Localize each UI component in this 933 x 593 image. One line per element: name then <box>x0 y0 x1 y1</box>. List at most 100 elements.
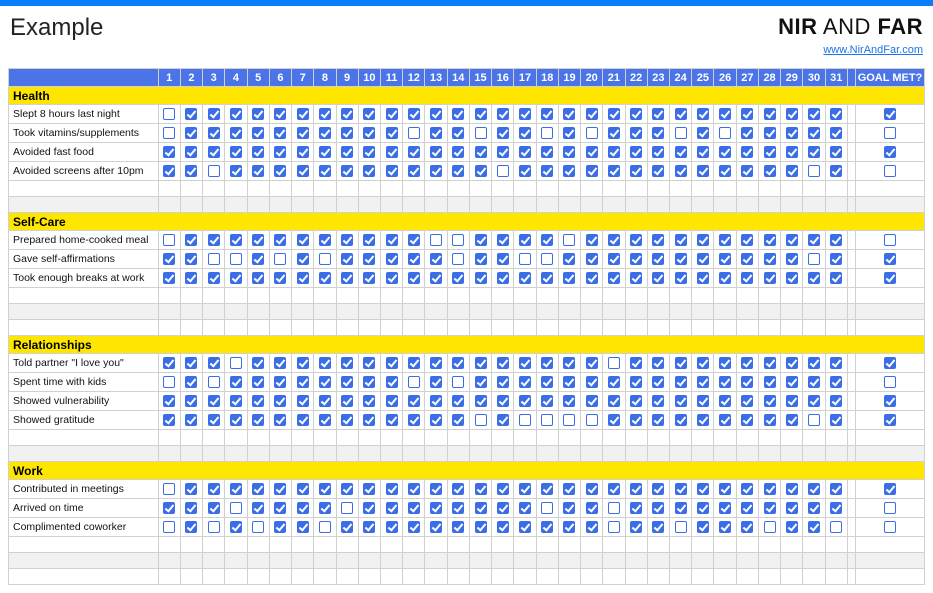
checkbox-checked-icon[interactable] <box>608 234 620 246</box>
checkbox-checked-icon[interactable] <box>675 376 687 388</box>
day-cell[interactable] <box>736 250 758 269</box>
checkbox-checked-icon[interactable] <box>786 272 798 284</box>
checkbox-checked-icon[interactable] <box>563 521 575 533</box>
checkbox-checked-icon[interactable] <box>808 521 820 533</box>
day-cell[interactable] <box>714 143 736 162</box>
checkbox-checked-icon[interactable] <box>230 272 242 284</box>
day-cell[interactable] <box>492 499 514 518</box>
day-cell[interactable] <box>514 231 536 250</box>
day-cell[interactable] <box>203 143 225 162</box>
day-cell[interactable] <box>158 518 180 537</box>
day-cell[interactable] <box>781 105 803 124</box>
checkbox-unchecked-icon[interactable] <box>719 127 731 139</box>
checkbox-checked-icon[interactable] <box>252 234 264 246</box>
day-cell[interactable] <box>492 143 514 162</box>
checkbox-unchecked-icon[interactable] <box>319 521 331 533</box>
checkbox-checked-icon[interactable] <box>274 357 286 369</box>
checkbox-checked-icon[interactable] <box>630 253 642 265</box>
checkbox-checked-icon[interactable] <box>185 127 197 139</box>
checkbox-unchecked-icon[interactable] <box>675 127 687 139</box>
checkbox-checked-icon[interactable] <box>430 108 442 120</box>
day-cell[interactable] <box>692 162 714 181</box>
checkbox-checked-icon[interactable] <box>252 165 264 177</box>
checkbox-checked-icon[interactable] <box>719 483 731 495</box>
checkbox-checked-icon[interactable] <box>319 414 331 426</box>
checkbox-checked-icon[interactable] <box>652 108 664 120</box>
checkbox-unchecked-icon[interactable] <box>586 414 598 426</box>
day-cell[interactable] <box>358 162 380 181</box>
day-cell[interactable] <box>603 373 625 392</box>
day-cell[interactable] <box>469 105 491 124</box>
checkbox-checked-icon[interactable] <box>185 376 197 388</box>
day-cell[interactable] <box>647 250 669 269</box>
day-cell[interactable] <box>625 162 647 181</box>
day-cell[interactable] <box>447 392 469 411</box>
checkbox-checked-icon[interactable] <box>297 165 309 177</box>
day-cell[interactable] <box>736 354 758 373</box>
checkbox-checked-icon[interactable] <box>652 414 664 426</box>
checkbox-checked-icon[interactable] <box>830 108 842 120</box>
day-cell[interactable] <box>647 354 669 373</box>
day-cell[interactable] <box>292 480 314 499</box>
day-cell[interactable] <box>425 518 447 537</box>
checkbox-checked-icon[interactable] <box>830 376 842 388</box>
day-cell[interactable] <box>358 411 380 430</box>
day-cell[interactable] <box>714 105 736 124</box>
checkbox-checked-icon[interactable] <box>697 165 709 177</box>
checkbox-checked-icon[interactable] <box>163 357 175 369</box>
checkbox-checked-icon[interactable] <box>541 165 553 177</box>
day-cell[interactable] <box>581 411 603 430</box>
checkbox-checked-icon[interactable] <box>586 521 598 533</box>
checkbox-checked-icon[interactable] <box>274 146 286 158</box>
checkbox-checked-icon[interactable] <box>497 414 509 426</box>
checkbox-checked-icon[interactable] <box>163 502 175 514</box>
day-cell[interactable] <box>203 250 225 269</box>
day-cell[interactable] <box>825 143 847 162</box>
checkbox-checked-icon[interactable] <box>630 357 642 369</box>
day-cell[interactable] <box>514 392 536 411</box>
day-cell[interactable] <box>314 499 336 518</box>
checkbox-checked-icon[interactable] <box>830 357 842 369</box>
day-cell[interactable] <box>758 105 780 124</box>
day-cell[interactable] <box>380 480 402 499</box>
day-cell[interactable] <box>225 162 247 181</box>
day-cell[interactable] <box>247 499 269 518</box>
goal-cell[interactable] <box>855 392 924 411</box>
checkbox-checked-icon[interactable] <box>274 395 286 407</box>
checkbox-checked-icon[interactable] <box>230 414 242 426</box>
day-cell[interactable] <box>625 250 647 269</box>
checkbox-checked-icon[interactable] <box>764 376 776 388</box>
day-cell[interactable] <box>158 480 180 499</box>
checkbox-checked-icon[interactable] <box>608 483 620 495</box>
checkbox-checked-icon[interactable] <box>274 521 286 533</box>
day-cell[interactable] <box>247 143 269 162</box>
checkbox-checked-icon[interactable] <box>163 414 175 426</box>
day-cell[interactable] <box>736 411 758 430</box>
day-cell[interactable] <box>670 124 692 143</box>
day-cell[interactable] <box>603 411 625 430</box>
checkbox-checked-icon[interactable] <box>208 483 220 495</box>
checkbox-checked-icon[interactable] <box>608 127 620 139</box>
checkbox-checked-icon[interactable] <box>230 234 242 246</box>
checkbox-unchecked-icon[interactable] <box>163 483 175 495</box>
day-cell[interactable] <box>670 480 692 499</box>
day-cell[interactable] <box>825 392 847 411</box>
goal-cell[interactable] <box>855 105 924 124</box>
goal-cell[interactable] <box>855 143 924 162</box>
goal-cell[interactable] <box>855 124 924 143</box>
day-cell[interactable] <box>514 518 536 537</box>
checkbox-checked-icon[interactable] <box>563 146 575 158</box>
checkbox-checked-icon[interactable] <box>608 272 620 284</box>
day-cell[interactable] <box>825 373 847 392</box>
day-cell[interactable] <box>581 480 603 499</box>
checkbox-checked-icon[interactable] <box>497 521 509 533</box>
checkbox-checked-icon[interactable] <box>697 521 709 533</box>
checkbox-checked-icon[interactable] <box>675 502 687 514</box>
checkbox-checked-icon[interactable] <box>741 234 753 246</box>
day-cell[interactable] <box>225 411 247 430</box>
checkbox-checked-icon[interactable] <box>475 165 487 177</box>
goal-cell[interactable] <box>855 231 924 250</box>
day-cell[interactable] <box>225 143 247 162</box>
goal-cell[interactable] <box>855 480 924 499</box>
checkbox-checked-icon[interactable] <box>230 108 242 120</box>
